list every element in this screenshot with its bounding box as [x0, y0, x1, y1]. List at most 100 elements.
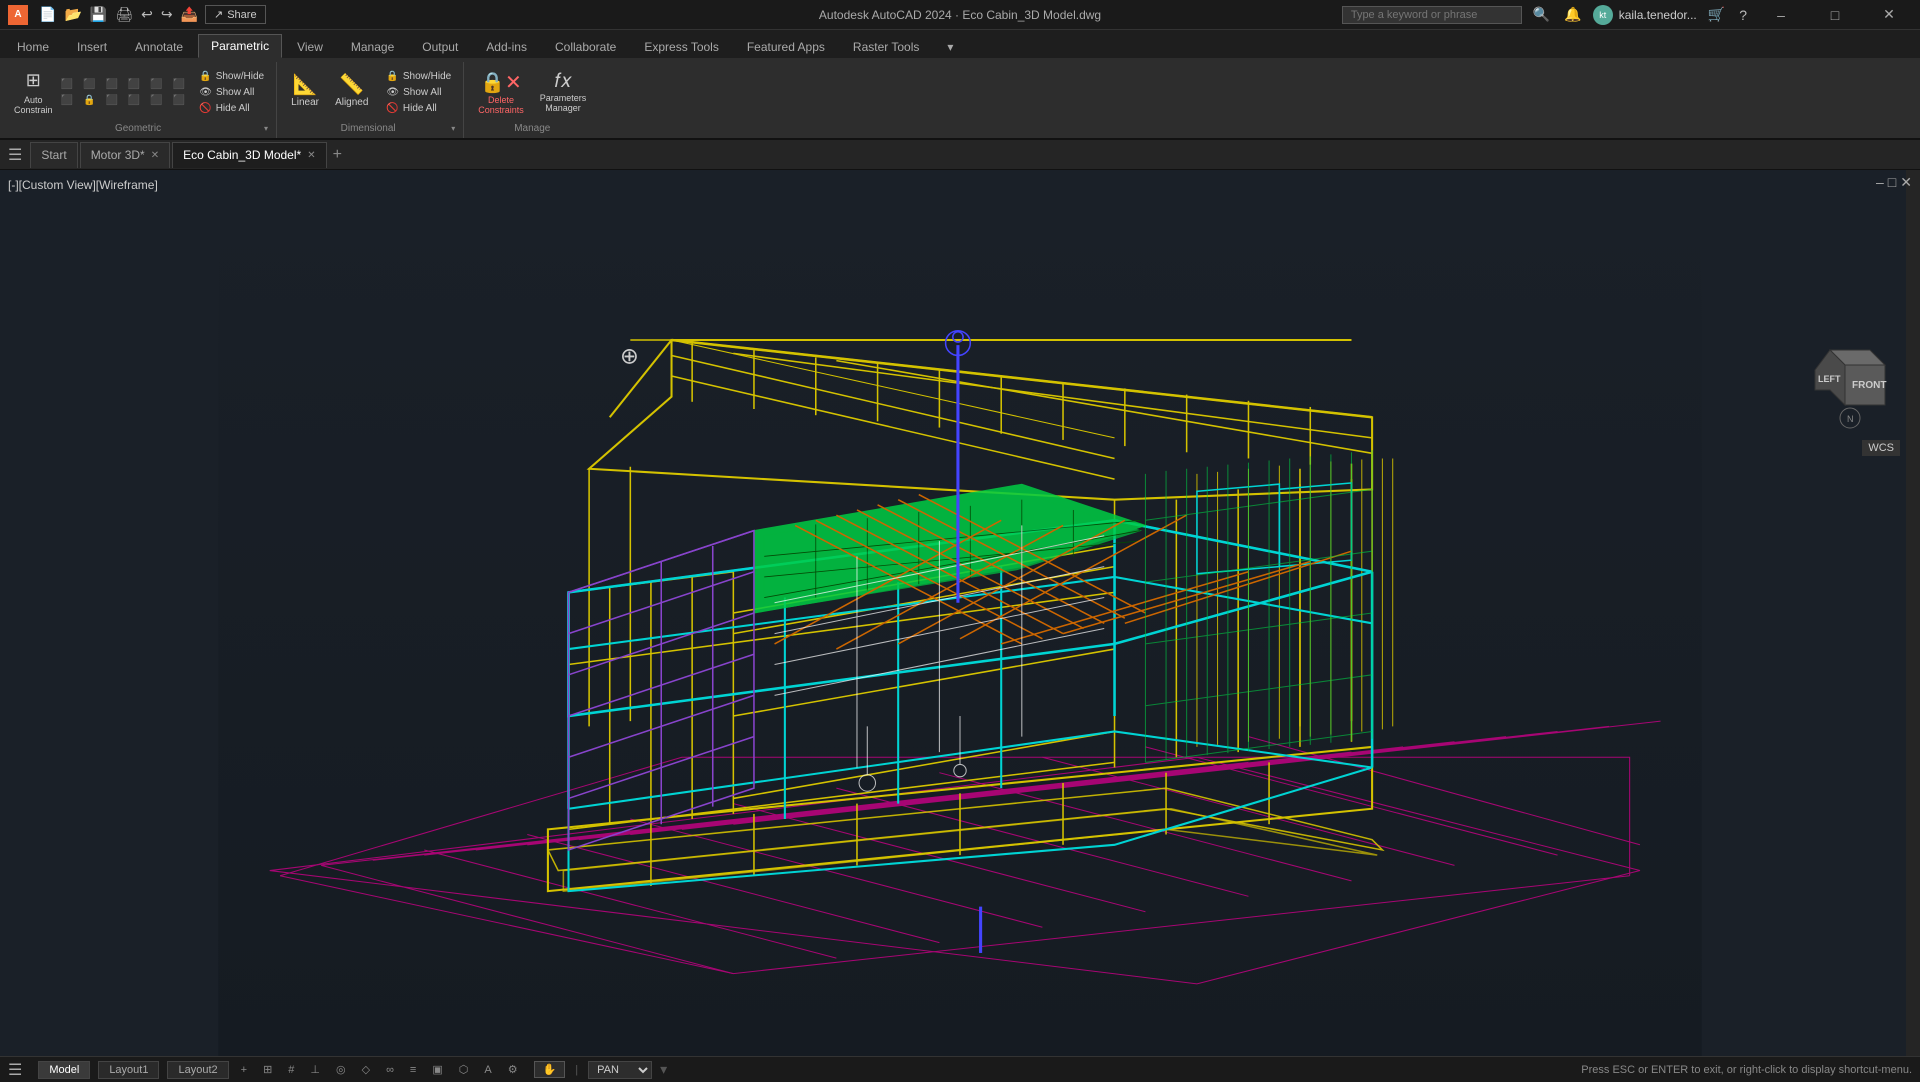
tab-express[interactable]: Express Tools	[631, 35, 731, 58]
tab-view[interactable]: View	[284, 35, 336, 58]
symmetric-button[interactable]: ⬛	[169, 77, 189, 92]
tab-ecocabin-label: Eco Cabin_3D Model*	[183, 148, 301, 162]
add-tab-button[interactable]: +	[333, 146, 342, 164]
auto-constrain-button[interactable]: ⊞ AutoConstrain	[12, 68, 55, 117]
statusbar-left: ☰ Model Layout1 Layout2 + ⊞ # ⊥ ◎ ◇ ∞ ≡ …	[8, 1060, 667, 1080]
share-arrow-icon: ↗	[214, 8, 223, 21]
help-icon[interactable]: ?	[1736, 7, 1750, 23]
aligned-button[interactable]: 📏 Aligned	[329, 69, 374, 111]
statusbar-menu-icon[interactable]: ☰	[8, 1060, 22, 1080]
snap-toggle[interactable]: ⊞	[259, 1063, 276, 1076]
tab-motor3d-close[interactable]: ✕	[151, 150, 159, 161]
layout1-tab[interactable]: Layout1	[98, 1061, 159, 1079]
viewport-maximize-button[interactable]: □	[1888, 174, 1896, 191]
osnap-toggle[interactable]: ◇	[358, 1063, 374, 1076]
app-icon: A	[8, 5, 28, 25]
layout2-tab[interactable]: Layout2	[167, 1061, 228, 1079]
lineweight-toggle[interactable]: ≡	[406, 1064, 420, 1076]
undo-button[interactable]: ↩	[138, 6, 156, 23]
tangent-button[interactable]: ⬛	[146, 77, 166, 92]
tab-ecocabin-close[interactable]: ✕	[307, 150, 315, 161]
mode-select[interactable]: PAN ZOOM ORBIT	[588, 1061, 652, 1079]
viewport-controls: – □ ✕	[1876, 174, 1912, 191]
polar-toggle[interactable]: ◎	[332, 1063, 350, 1076]
tab-start[interactable]: Start	[30, 142, 77, 168]
delete-constraints-button[interactable]: 🔒✕ DeleteConstraints	[472, 67, 530, 118]
add-layout-button[interactable]: +	[237, 1064, 251, 1076]
quick-access-toolbar: 📄 📂 💾 🖨 ↩ ↪ 📤	[36, 6, 201, 23]
mode-dropdown-icon[interactable]: ▾	[660, 1061, 667, 1078]
linear-button[interactable]: 📐 Linear	[285, 69, 325, 111]
viewport-label: [-][Custom View][Wireframe]	[8, 178, 158, 192]
tab-featured[interactable]: Featured Apps	[734, 35, 838, 58]
viewcube[interactable]: FRONT LEFT N	[1800, 330, 1900, 430]
share-button[interactable]: ↗ Share	[205, 5, 266, 24]
tab-bar: ☰ Start Motor 3D* ✕ Eco Cabin_3D Model* …	[0, 140, 1920, 170]
publish-button[interactable]: 📤	[178, 6, 201, 23]
search-icon[interactable]: 🔍	[1530, 6, 1553, 23]
tab-output[interactable]: Output	[409, 35, 471, 58]
fixed-button[interactable]: 🔒	[79, 93, 99, 108]
tab-manage[interactable]: Manage	[338, 35, 407, 58]
user-area: kt kaila.tenedor...	[1593, 5, 1697, 25]
tab-ecocabin[interactable]: Eco Cabin_3D Model* ✕	[172, 142, 326, 168]
tab-collaborate[interactable]: Collaborate	[542, 35, 629, 58]
otrack-toggle[interactable]: ∞	[382, 1064, 398, 1076]
tab-raster[interactable]: Raster Tools	[840, 35, 932, 58]
new-button[interactable]: 📄	[36, 6, 59, 23]
dimensional-label: Dimensional	[285, 123, 451, 136]
ortho-toggle[interactable]: ⊥	[306, 1063, 324, 1076]
geometric-dropdown-icon[interactable]: ▾	[264, 124, 268, 133]
pan-mode: ✋	[534, 1061, 566, 1078]
viewport-minimize-button[interactable]: –	[1876, 174, 1884, 191]
open-button[interactable]: 📂	[61, 6, 84, 23]
viewport-close-button[interactable]: ✕	[1900, 174, 1912, 191]
vertical-button[interactable]: ⬛	[124, 93, 144, 108]
smooth-button[interactable]: ⬛	[146, 93, 166, 108]
close-button[interactable]: ✕	[1866, 0, 1912, 30]
dimensional-dropdown-icon[interactable]: ▾	[451, 124, 455, 133]
svg-text:N: N	[1847, 414, 1854, 424]
tab-insert[interactable]: Insert	[64, 35, 120, 58]
window-controls: – □ ✕	[1758, 0, 1912, 30]
geo-hide-all-button[interactable]: 🚫 Hide All	[195, 101, 268, 116]
parameters-manager-button[interactable]: 𝑓𝑥 ParametersManager	[534, 67, 593, 116]
right-scrollbar[interactable]	[1906, 170, 1920, 1056]
cart-icon[interactable]: 🛒	[1705, 6, 1728, 23]
tab-extra[interactable]: ▾	[934, 35, 966, 58]
maximize-button[interactable]: □	[1812, 0, 1858, 30]
concentric-button[interactable]: ⬛	[79, 77, 99, 92]
workspace-toggle[interactable]: ⚙	[504, 1063, 522, 1076]
geo-show-hide-button[interactable]: 🔒 Show/Hide	[195, 69, 268, 84]
selection-toggle[interactable]: ⬡	[455, 1063, 473, 1076]
grid-toggle[interactable]: #	[284, 1064, 298, 1076]
tab-home[interactable]: Home	[4, 35, 62, 58]
tab-addins[interactable]: Add-ins	[473, 35, 540, 58]
parallel-button[interactable]: ⬛	[101, 77, 121, 92]
dim-show-all-button[interactable]: 👁 Show All	[382, 85, 455, 100]
viewport[interactable]: [-][Custom View][Wireframe] – □ ✕	[0, 170, 1920, 1056]
model-tab[interactable]: Model	[38, 1061, 90, 1079]
wcs-label[interactable]: WCS	[1862, 440, 1900, 456]
horizontal-button[interactable]: ⬛	[124, 77, 144, 92]
search-input[interactable]	[1342, 6, 1522, 24]
geo-show-all-button[interactable]: 👁 Show All	[195, 85, 268, 100]
dim-hide-all-button[interactable]: 🚫 Hide All	[382, 101, 455, 116]
save-button[interactable]: 💾	[87, 6, 110, 23]
tab-annotate[interactable]: Annotate	[122, 35, 196, 58]
print-button[interactable]: 🖨	[112, 6, 136, 23]
ribbon-content: ⊞ AutoConstrain ⬛ ⬛ ⬛ 🔒 ⬛ ⬛	[0, 58, 1920, 138]
redo-button[interactable]: ↪	[158, 6, 176, 23]
minimize-button[interactable]: –	[1758, 0, 1804, 30]
annotate-toggle[interactable]: A	[480, 1064, 495, 1076]
perpendicular-button[interactable]: ⬛	[101, 93, 121, 108]
tab-motor3d[interactable]: Motor 3D* ✕	[80, 142, 170, 168]
equal-button[interactable]: ⬛	[169, 93, 189, 108]
dim-show-hide-button[interactable]: 🔒 Show/Hide	[382, 69, 455, 84]
collinear-button[interactable]: ⬛	[57, 93, 77, 108]
tab-parametric[interactable]: Parametric	[198, 34, 282, 58]
bell-icon[interactable]: 🔔	[1561, 6, 1584, 23]
tab-menu-icon[interactable]: ☰	[8, 145, 22, 165]
coincident-button[interactable]: ⬛	[57, 77, 77, 92]
transparency-toggle[interactable]: ▣	[428, 1063, 446, 1076]
